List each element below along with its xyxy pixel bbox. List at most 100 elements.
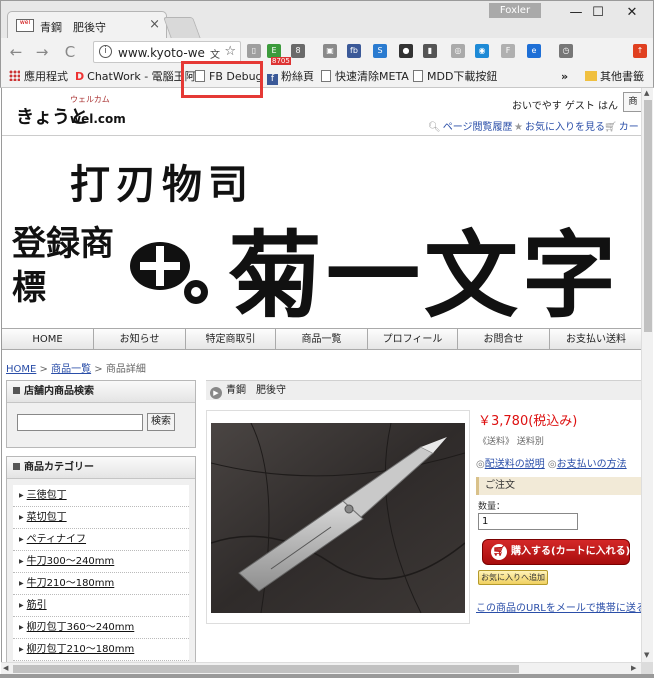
bookmark-fanpage[interactable]: f 粉絲頁 [267,69,314,85]
tab-close-icon[interactable]: × [149,17,160,32]
category-item[interactable]: ▶ ペティナイフ [13,529,189,551]
category-item[interactable]: ▶ 菜切包丁 [13,507,189,529]
browser-toolbar: ← → C i www.kyoto-we 文 ☆ ▯ E 8 ▣ fb S ● ▮ ◎ ◉ Fe ◷ ↑… [0,38,654,66]
bookmark-other[interactable]: 其他書籤 [585,69,644,85]
payment-method-link[interactable]: お支払いの方法 [557,459,627,470]
target-ext-icon[interactable]: ◉ [475,44,489,58]
search-input[interactable] [17,414,143,431]
category-label: 柳刃包丁360～240mm [26,622,135,633]
cart-link[interactable]: 🛒︎ カー [604,118,639,133]
category-item[interactable]: ▶ 柳刃包丁210～180mm [13,639,189,661]
scroll-up-icon[interactable]: ▲ [644,89,649,97]
site-logo-tag[interactable]: wel.com [70,112,126,126]
vertical-scroll-thumb[interactable] [644,100,652,332]
cart-icon: 🛒︎ [604,122,617,133]
triangle-icon: ▶ [19,492,24,499]
category-item[interactable]: ▶ 三徳包丁 [13,485,189,507]
page-ext-icon[interactable]: ▯ [247,44,261,58]
shipping-note: 《送料》 送料別 [478,437,544,447]
image-ext-icon[interactable]: ▣ [323,44,337,58]
bookmarks-bar: 應用程式 D ChatWork - 電腦王阿 FB Debug f 粉絲頁 快速清除… [0,66,654,88]
history-link[interactable]: 🔍︎ ページ閲覧履歴 [428,118,513,133]
apps-grid-icon [9,70,20,81]
bookmark-star-icon[interactable]: ☆ [224,44,236,59]
nav-contact[interactable]: お問合せ [458,329,550,350]
translate-icon[interactable]: 文 [210,46,220,61]
folder-icon [585,71,597,81]
profile-badge[interactable]: Foxler [489,3,541,18]
close-window-button[interactable]: ✕ [615,3,649,23]
bookmark-label: 粉絲頁 [281,70,314,83]
shipping-info-link[interactable]: 配送料の説明 [485,459,545,470]
bookmark-mdd[interactable]: MDD下載按鈕 [413,69,497,85]
favorites-link[interactable]: ★ お気に入りを見る [514,118,605,133]
clock-ext-icon[interactable]: ◷ [559,44,573,58]
nav-profile[interactable]: プロフィール [368,329,458,350]
product-title-bar: ▶ 青鋼 肥後守 [206,380,642,400]
breadcrumb-list[interactable]: 商品一覧 [51,364,91,375]
evernote-ext-icon[interactable]: E [267,44,281,58]
s-ext-icon[interactable]: S [373,44,387,58]
nav-payment[interactable]: お支払い送料 [550,329,642,350]
e-ext-icon[interactable]: e [527,44,541,58]
breadcrumb-home[interactable]: HOME [6,364,36,375]
horizontal-scrollbar[interactable]: ◀ ▶ [1,662,641,674]
menu-ext-icon[interactable]: ↑ [633,44,647,58]
site-favicon-icon: wel [16,19,34,32]
search-button[interactable]: 検索 [147,413,175,431]
send-url-mail-link[interactable]: この商品のURLをメールで携帯に送る [476,599,646,614]
bullet-icon [13,463,20,470]
vertical-scrollbar[interactable]: ▲ ▼ [641,88,653,662]
reload-button[interactable]: C [61,42,79,62]
category-label: 菜切包丁 [26,512,67,523]
quantity-input[interactable]: 1 [478,513,578,530]
star-icon: ★ [514,122,523,133]
breadcrumb-sep: > [94,364,103,375]
triangle-icon: ▶ [19,602,24,609]
nav-home[interactable]: HOME [2,329,94,350]
category-item[interactable]: ▶ 筋引 [13,595,189,617]
bookmarks-overflow-button[interactable]: » [561,69,568,85]
horizontal-scroll-thumb[interactable] [13,665,519,673]
info-icon[interactable]: i [99,45,112,58]
f-ext-icon[interactable]: F [501,44,515,58]
gamepad-ext-icon[interactable]: ● [399,44,413,58]
badge-ext-icon[interactable]: 8 [291,44,305,58]
bookmark-chatwork[interactable]: D ChatWork - 電腦王阿 [75,69,196,85]
category-item[interactable]: ▶ 牛刀210～180mm [13,573,189,595]
browser-tab[interactable]: wel 青鋼 肥後守 × [7,11,167,39]
scrollbar-corner [641,662,653,674]
extension-badge: 8705 [271,57,291,65]
category-item[interactable]: ▶ 柳刃包丁360～240mm [13,617,189,639]
scroll-right-icon[interactable]: ▶ [631,664,636,672]
search-box-title: 店舗内商品検索 [7,381,195,403]
maximize-button[interactable]: ☐ [581,3,615,23]
bookmark-label: ChatWork - 電腦王阿 [87,70,196,83]
category-box-title: 商品カテゴリー [7,457,195,479]
address-url[interactable]: www.kyoto-we [118,46,205,60]
category-item[interactable]: ▶ 牛刀300～240mm [13,551,189,573]
nav-products[interactable]: 商品一覧 [276,329,368,350]
scroll-down-icon[interactable]: ▼ [644,651,649,659]
bookmark-clear-meta[interactable]: 快速清除META [321,69,409,85]
search-box-title-label: 店舗内商品検索 [24,386,94,397]
fb-ext-icon[interactable]: fb [347,44,361,58]
bookmark-ext-icon[interactable]: ▮ [423,44,437,58]
tab-title: 青鋼 肥後守 [40,21,106,34]
nav-legal[interactable]: 特定商取引 [186,329,276,350]
add-to-favorites-button[interactable]: お気に入りへ追加 [478,570,548,585]
header-box[interactable]: 商 [623,92,643,112]
highlight-box [181,61,263,98]
add-to-cart-button[interactable]: 🛒︎ 購入する(カートに入れる) [482,539,630,565]
product-photo[interactable] [211,423,465,613]
bullet-icon: ◎ [476,459,485,470]
site-header: ウェルカム きょうと wel.com おいでやす ゲスト はん 商 🔍︎ ページ閲… [2,88,643,136]
address-bar[interactable]: i www.kyoto-we 文 ☆ [93,41,241,63]
globe-ext-icon[interactable]: ◎ [451,44,465,58]
scroll-left-icon[interactable]: ◀ [3,664,8,672]
forward-button[interactable]: → [33,42,51,62]
new-tab-button[interactable] [162,17,202,39]
back-button[interactable]: ← [7,42,25,62]
nav-news[interactable]: お知らせ [94,329,186,350]
bookmark-apps[interactable]: 應用程式 [9,69,68,85]
